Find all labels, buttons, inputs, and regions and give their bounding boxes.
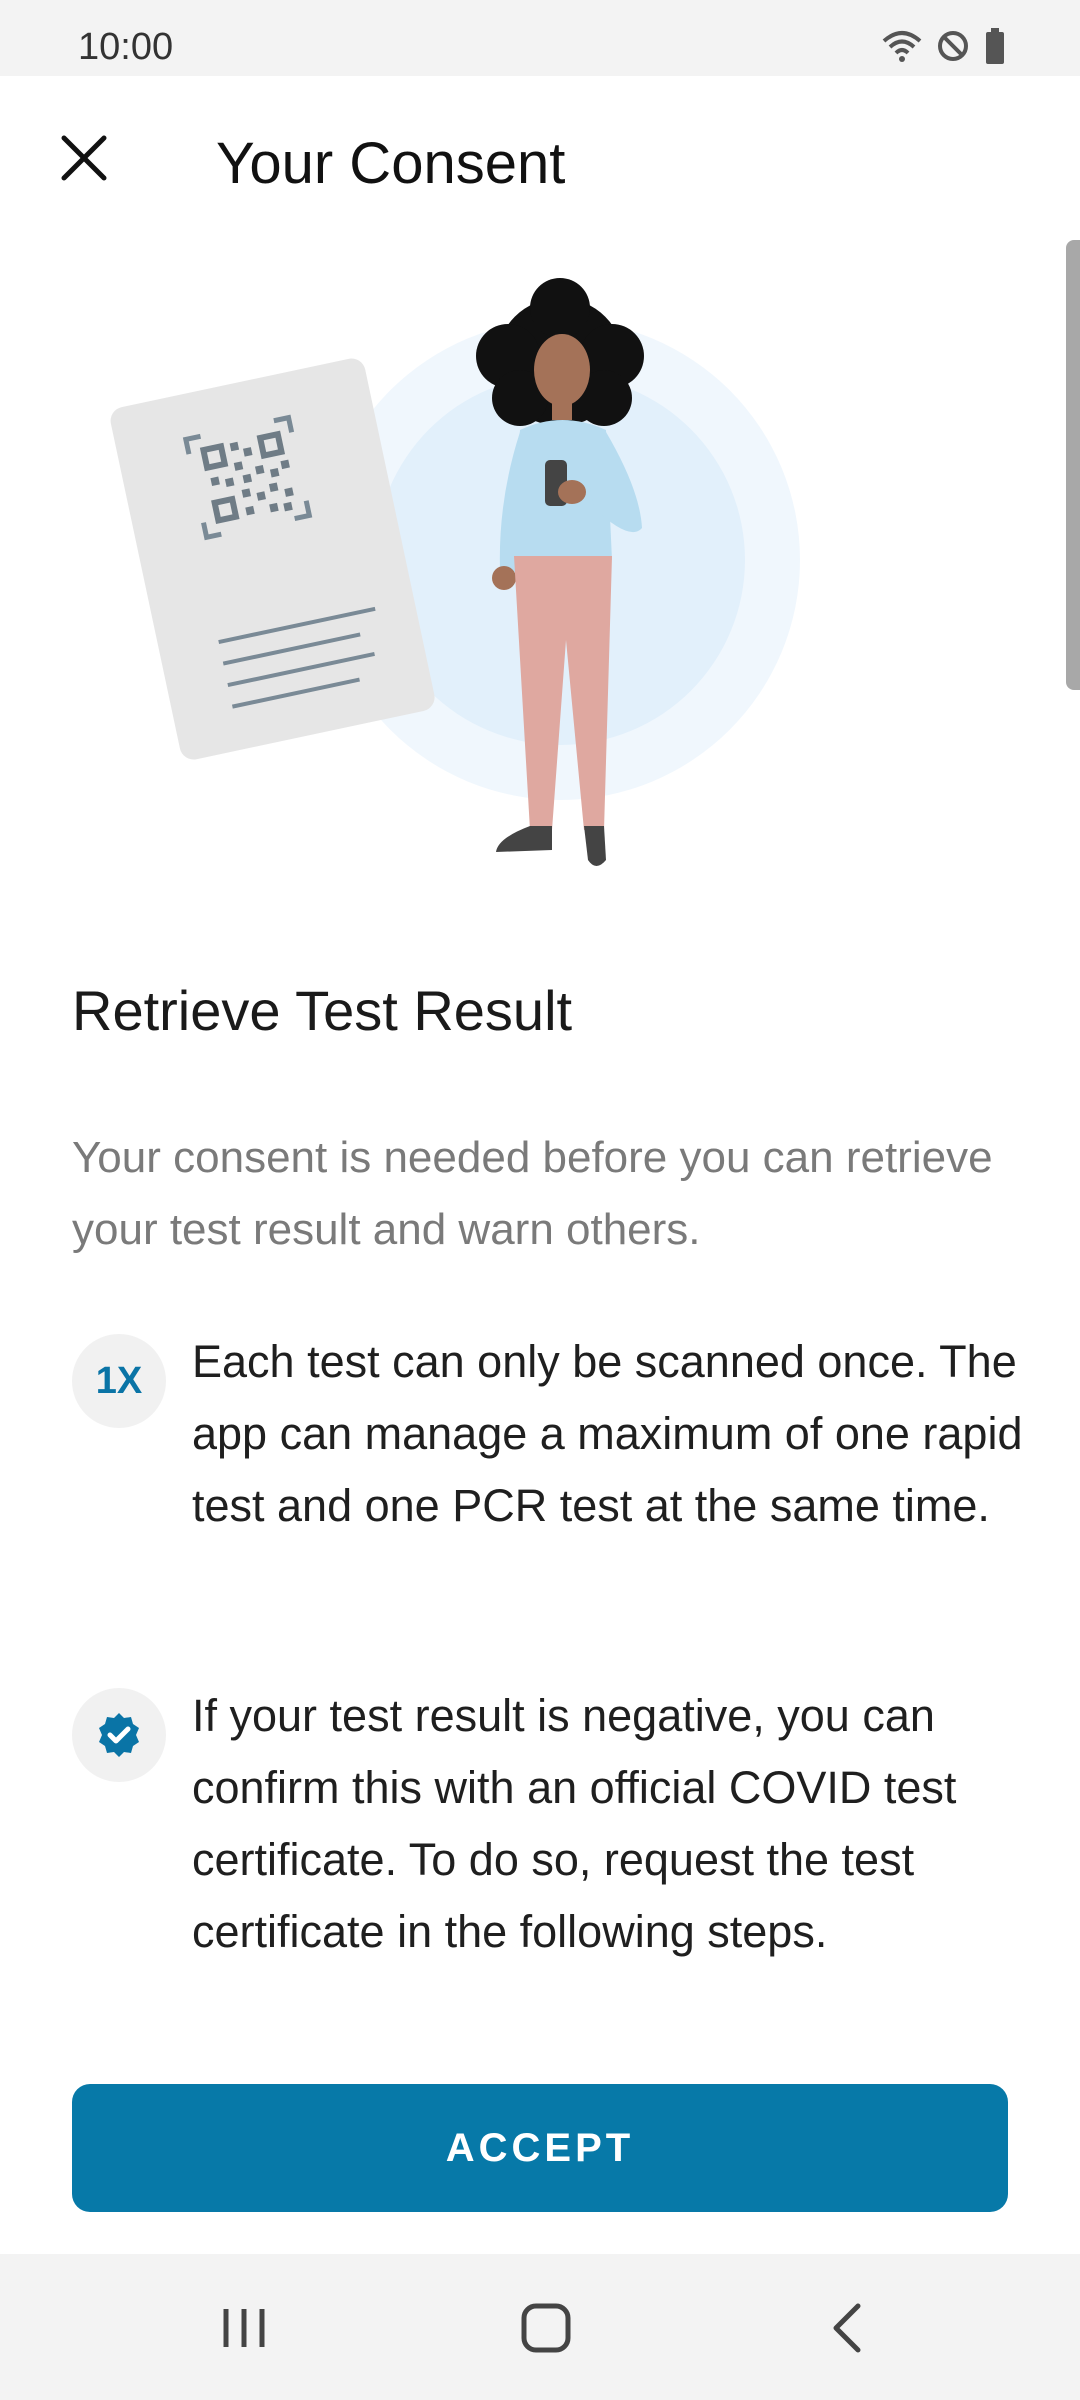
status-time: 10:00 <box>78 26 174 68</box>
battery-icon <box>984 28 1006 69</box>
back-button[interactable] <box>800 2290 896 2370</box>
close-button[interactable] <box>40 116 128 204</box>
navigation-bar <box>0 2254 1080 2400</box>
toolbar: Your Consent <box>0 76 1080 244</box>
info-item-text: Each test can only be scanned once. The … <box>192 1336 1023 1531</box>
close-icon <box>60 134 108 187</box>
recent-apps-button[interactable] <box>196 2290 292 2370</box>
home-icon <box>520 2302 572 2359</box>
once-icon-label: 1X <box>95 1359 143 1402</box>
verified-badge-icon <box>72 1688 166 1782</box>
home-button[interactable] <box>498 2290 594 2370</box>
back-icon <box>828 2302 868 2359</box>
page-title: Your Consent <box>216 131 566 196</box>
status-bar: 10:00 <box>0 0 1080 76</box>
wifi-icon <box>882 29 922 68</box>
intro-text: Your consent is needed before you can re… <box>72 1133 993 1254</box>
consent-illustration <box>0 260 1080 900</box>
do-not-disturb-icon <box>936 29 970 68</box>
screen: 10:00 Your Consent Retrieve Test Result … <box>0 0 1080 2400</box>
once-icon: 1X <box>72 1334 166 1428</box>
info-item-text: If your test result is negative, you can… <box>192 1690 957 1957</box>
accept-button[interactable]: ACCEPT <box>72 2084 1008 2212</box>
section-title: Retrieve Test Result <box>72 979 573 1042</box>
recent-apps-icon <box>220 2305 268 2356</box>
status-icons <box>882 28 1006 69</box>
